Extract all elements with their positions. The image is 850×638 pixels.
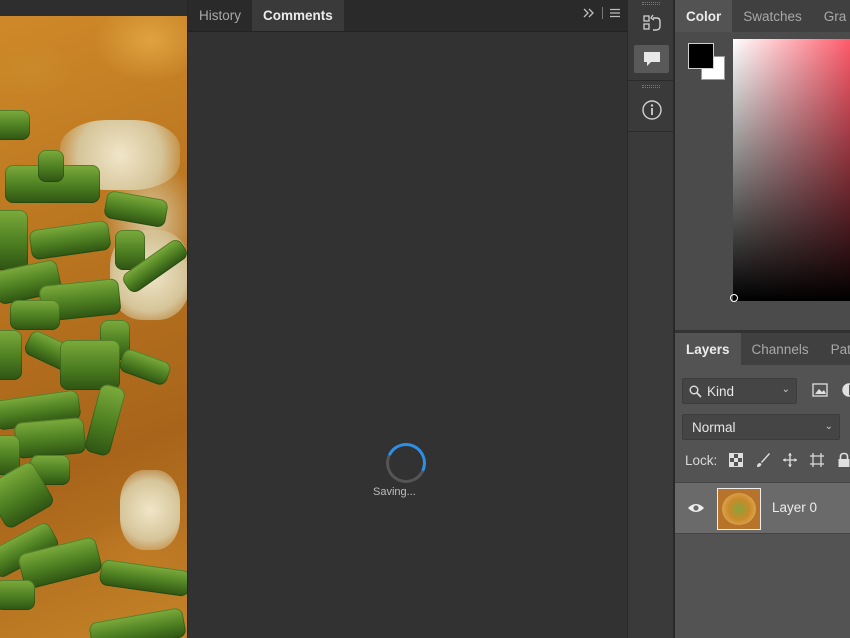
chive-piece bbox=[38, 150, 64, 182]
chive-piece bbox=[0, 110, 30, 140]
lock-transparent-pixels-button[interactable] bbox=[728, 452, 744, 468]
search-icon bbox=[689, 385, 702, 398]
tab-paths[interactable]: Pat bbox=[820, 333, 850, 365]
chive-piece bbox=[13, 417, 87, 459]
color-panel bbox=[675, 32, 850, 330]
color-picker-field[interactable] bbox=[733, 39, 850, 301]
color-picker-marker[interactable] bbox=[730, 294, 738, 302]
checkerboard-icon bbox=[729, 453, 744, 467]
strip-grip-handle[interactable] bbox=[642, 2, 660, 5]
blend-mode-select[interactable]: Normal ⌄ bbox=[682, 414, 840, 440]
history-panel-button[interactable] bbox=[634, 10, 669, 38]
chive-piece bbox=[0, 580, 35, 610]
lock-all-button[interactable] bbox=[836, 452, 850, 468]
foreground-color-swatch[interactable] bbox=[688, 43, 714, 69]
chive-piece bbox=[83, 382, 127, 458]
info-panel-button[interactable] bbox=[634, 96, 669, 124]
tab-comments[interactable]: Comments bbox=[252, 0, 344, 31]
color-panel-tabs: Color Swatches Gra bbox=[675, 0, 850, 32]
chive-piece bbox=[117, 347, 173, 387]
tab-color[interactable]: Color bbox=[675, 0, 733, 32]
chevron-down-icon: ⌄ bbox=[824, 421, 833, 432]
lock-position-button[interactable] bbox=[782, 452, 798, 468]
chive-piece bbox=[88, 606, 187, 638]
chive-piece bbox=[0, 330, 22, 380]
layers-panel-tabs: Layers Channels Pat bbox=[675, 333, 850, 365]
info-icon bbox=[641, 100, 662, 120]
chive-piece bbox=[10, 300, 60, 330]
chive-piece bbox=[0, 210, 28, 270]
chive-piece bbox=[60, 340, 120, 390]
lock-artboard-button[interactable] bbox=[809, 452, 825, 468]
saving-status: Saving... bbox=[373, 486, 416, 498]
lock-icon bbox=[838, 452, 850, 467]
filter-adjustment-layers-button[interactable] bbox=[839, 380, 850, 400]
right-panel-column: Color Swatches Gra Layers Channels Pat K… bbox=[675, 0, 850, 638]
crumb-topping bbox=[120, 470, 180, 550]
comments-panel-button[interactable] bbox=[634, 45, 669, 73]
move-icon bbox=[783, 453, 798, 467]
layer-filter-select[interactable]: Kind ⌄ bbox=[682, 378, 797, 404]
collapsed-panel-strip bbox=[627, 0, 675, 638]
artboard-icon bbox=[810, 453, 825, 467]
strip-grip-handle[interactable] bbox=[642, 85, 660, 88]
tab-gradients[interactable]: Gra bbox=[813, 0, 850, 32]
document-canvas[interactable] bbox=[0, 0, 187, 638]
comments-panel-tabs: History Comments bbox=[188, 0, 627, 32]
layer-thumbnail[interactable] bbox=[717, 488, 761, 530]
visibility-eye-icon[interactable] bbox=[687, 501, 705, 515]
chive-piece bbox=[98, 558, 187, 598]
chive-piece bbox=[28, 219, 112, 261]
history-icon bbox=[642, 14, 661, 31]
layer-name[interactable]: Layer 0 bbox=[772, 500, 817, 515]
layer-row[interactable]: Layer 0 bbox=[675, 482, 850, 534]
strip-divider bbox=[628, 131, 675, 132]
comments-panel: History Comments Saving... bbox=[187, 0, 627, 638]
thumbnail-image bbox=[722, 493, 756, 525]
image-icon bbox=[812, 383, 828, 397]
layers-panel: Kind ⌄ Normal ⌄ Lock: Layer 0 bbox=[675, 366, 850, 638]
collapse-panels-icon[interactable] bbox=[582, 7, 596, 19]
divider bbox=[602, 7, 603, 19]
strip-divider bbox=[628, 80, 675, 81]
chevron-down-icon: ⌄ bbox=[781, 384, 790, 395]
tab-channels[interactable]: Channels bbox=[741, 333, 820, 365]
loading-spinner bbox=[380, 437, 432, 489]
tab-layers[interactable]: Layers bbox=[675, 333, 741, 365]
spinner-ring bbox=[380, 437, 432, 489]
chive-piece bbox=[103, 189, 169, 229]
panel-menu-icon[interactable] bbox=[609, 8, 621, 18]
lock-row: Lock: bbox=[685, 452, 850, 468]
canvas-top-bar bbox=[0, 0, 187, 16]
adjustment-icon bbox=[842, 383, 850, 397]
panel-controls bbox=[582, 7, 621, 19]
brush-icon bbox=[757, 453, 771, 467]
filter-pixel-layers-button[interactable] bbox=[810, 380, 830, 400]
blend-mode-label: Normal bbox=[692, 419, 736, 435]
layer-filter-label: Kind bbox=[707, 383, 735, 399]
lock-image-pixels-button[interactable] bbox=[755, 452, 771, 468]
tab-history[interactable]: History bbox=[188, 0, 252, 31]
lock-label: Lock: bbox=[685, 452, 718, 468]
tab-swatches[interactable]: Swatches bbox=[732, 0, 813, 32]
comment-icon bbox=[643, 52, 660, 66]
